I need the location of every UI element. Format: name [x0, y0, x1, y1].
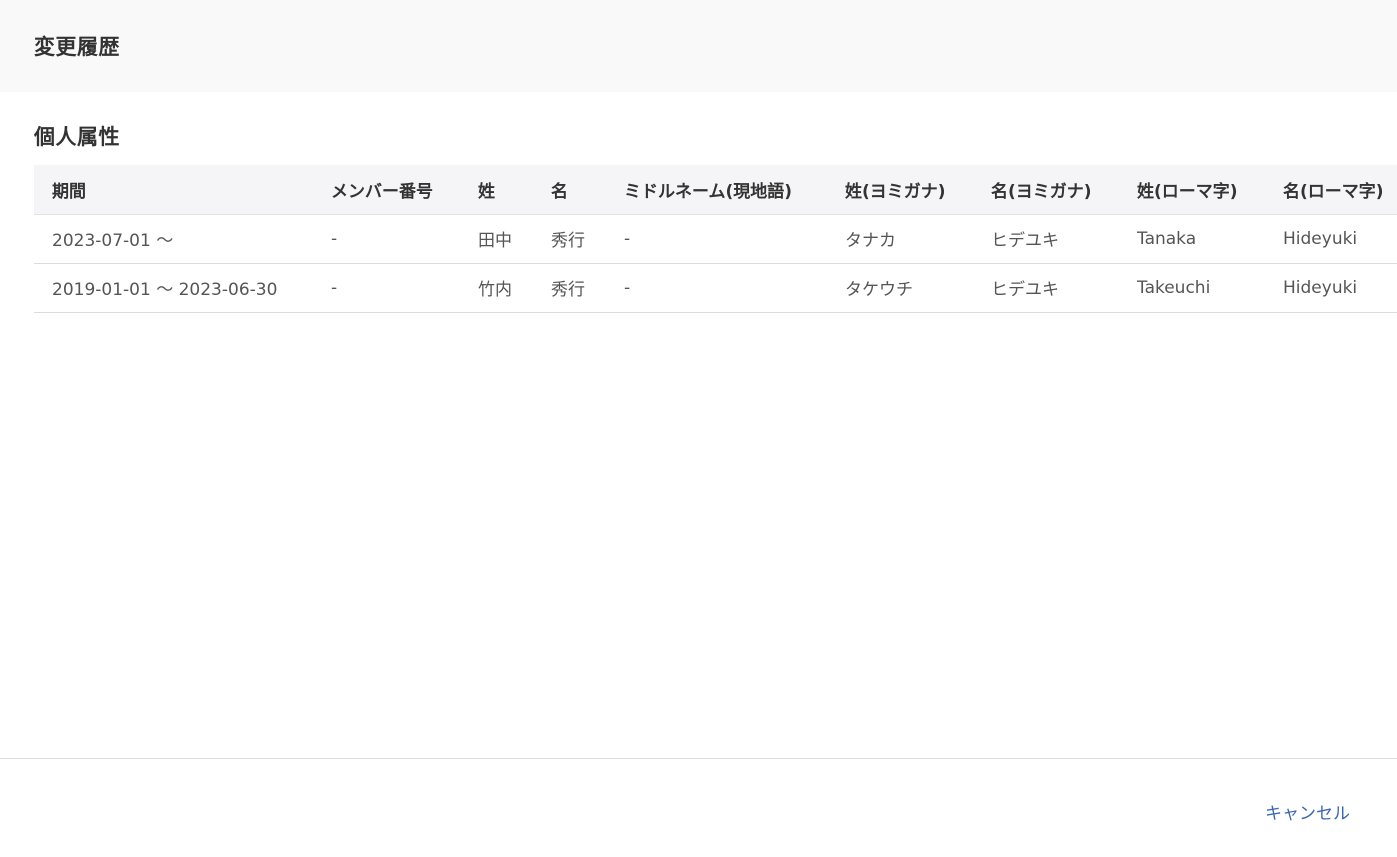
column-header-period: 期間 [34, 165, 313, 215]
column-header-first-name: 名 [533, 165, 606, 215]
history-table-container: 期間 メンバー番号 姓 名 ミドルネーム(現地語) 姓(ヨミガナ) 名(ヨミガナ… [34, 165, 1397, 313]
change-history-modal: 変更履歴 個人属性 期間 メンバー番号 姓 名 ミドルネーム(現地語) 姓(ヨミ… [0, 0, 1397, 857]
history-table: 期間 メンバー番号 姓 名 ミドルネーム(現地語) 姓(ヨミガナ) 名(ヨミガナ… [34, 165, 1397, 313]
cell-first-name-roman: Hideyuki [1265, 214, 1397, 264]
column-header-last-name-kana: 姓(ヨミガナ) [827, 165, 973, 215]
cell-member-number: - [313, 214, 460, 264]
cell-member-number: - [313, 263, 460, 313]
column-header-first-name-roman: 名(ローマ字) [1265, 165, 1397, 215]
cell-first-name: 秀行 [533, 263, 606, 313]
column-header-first-name-kana: 名(ヨミガナ) [973, 165, 1119, 215]
cell-last-name-kana: タナカ [827, 214, 973, 264]
table-row: 2023-07-01 〜 - 田中 秀行 - タナカ ヒデユキ Tanaka H… [34, 214, 1397, 264]
cell-first-name-kana: ヒデユキ [973, 214, 1119, 264]
cell-last-name-roman: Takeuchi [1119, 263, 1265, 313]
cell-last-name-kana: タケウチ [827, 263, 973, 313]
cell-first-name-kana: ヒデユキ [973, 263, 1119, 313]
cell-last-name: 竹内 [460, 263, 533, 313]
table-row: 2019-01-01 〜 2023-06-30 - 竹内 秀行 - タケウチ ヒ… [34, 263, 1397, 313]
column-header-middle-name: ミドルネーム(現地語) [606, 165, 827, 215]
modal-title: 変更履歴 [34, 35, 120, 59]
column-header-last-name: 姓 [460, 165, 533, 215]
cell-period: 2019-01-01 〜 2023-06-30 [34, 263, 313, 313]
cell-first-name-roman: Hideyuki [1265, 263, 1397, 313]
column-header-member-number: メンバー番号 [313, 165, 460, 215]
section-title-personal-attributes: 個人属性 [34, 125, 120, 149]
cell-middle-name: - [606, 214, 827, 264]
cancel-button[interactable]: キャンセル [1265, 799, 1350, 824]
modal-header: 変更履歴 [0, 0, 1397, 92]
modal-footer: キャンセル [0, 758, 1397, 857]
cell-middle-name: - [606, 263, 827, 313]
column-header-last-name-roman: 姓(ローマ字) [1119, 165, 1265, 215]
cell-last-name: 田中 [460, 214, 533, 264]
table-header-row: 期間 メンバー番号 姓 名 ミドルネーム(現地語) 姓(ヨミガナ) 名(ヨミガナ… [34, 165, 1397, 215]
cell-period: 2023-07-01 〜 [34, 214, 313, 264]
cell-first-name: 秀行 [533, 214, 606, 264]
cell-last-name-roman: Tanaka [1119, 214, 1265, 264]
